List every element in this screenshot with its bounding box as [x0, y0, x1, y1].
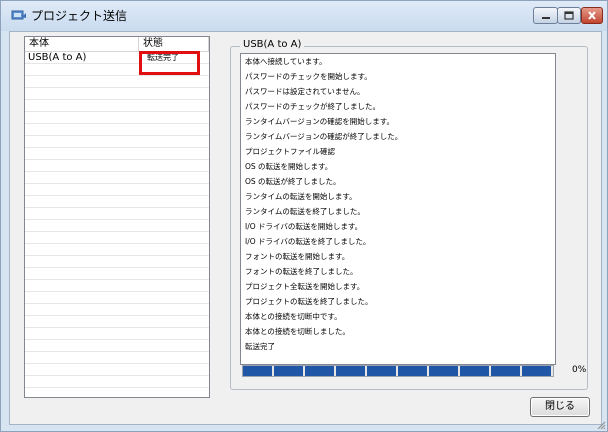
window-title: プロジェクト送信 [31, 9, 128, 23]
empty-list-row [25, 148, 209, 160]
column-header-status[interactable]: 状態 [139, 37, 209, 51]
empty-list-row [25, 172, 209, 184]
empty-list-row [25, 232, 209, 244]
log-line: プロジェクトの転送を終了しました。 [245, 297, 373, 306]
log-line: 本体との接続を切断中です。 [245, 312, 342, 321]
status-highlight-box [139, 51, 200, 75]
log-line: I/O ドライバの転送を終了しました。 [245, 237, 371, 246]
progress-segment [460, 366, 489, 376]
transfer-progress-bar [242, 365, 554, 377]
empty-list-row [25, 376, 209, 388]
progress-segment [305, 366, 334, 376]
log-line: ランタイムの転送を終了しました。 [245, 207, 365, 216]
progress-segment [367, 366, 396, 376]
empty-list-row [25, 124, 209, 136]
progress-segment [398, 366, 427, 376]
device-list-header: 本体 状態 [25, 37, 209, 52]
close-icon [588, 11, 596, 20]
close-window-button[interactable] [581, 7, 603, 24]
empty-list-row [25, 256, 209, 268]
log-group-legend: USB(A to A) [240, 39, 305, 51]
minimize-icon [541, 16, 550, 19]
log-line: ランタイムバージョンの確認を開始します。 [245, 117, 394, 126]
empty-list-row [25, 196, 209, 208]
log-line: OS の転送が終了しました。 [245, 177, 341, 186]
log-line: 本体との接続を切断しました。 [245, 327, 350, 336]
empty-list-row [25, 352, 209, 364]
progress-percent-label: 0% [572, 365, 587, 375]
empty-list-row [25, 208, 209, 220]
empty-list-row [25, 304, 209, 316]
transfer-log[interactable]: 本体へ接続しています。パスワードのチェックを開始します。 パスワードは設定されてい… [240, 53, 556, 365]
empty-list-row [25, 328, 209, 340]
minimize-button[interactable] [533, 7, 558, 24]
empty-list-row [25, 100, 209, 112]
log-line: パスワードのチェックを開始します。 [245, 72, 372, 81]
log-line: 本体へ接続しています。 [245, 57, 327, 66]
log-line: I/O ドライバの転送を開始します。 [245, 222, 363, 231]
log-line: フォントの転送を開始します。 [245, 252, 350, 261]
empty-list-row [25, 184, 209, 196]
empty-list-row [25, 268, 209, 280]
device-list-rows: USB(A to A) 転送完了 [25, 52, 209, 397]
progress-fill [243, 366, 551, 376]
progress-segment [522, 366, 551, 376]
empty-list-row [25, 136, 209, 148]
empty-list-row [25, 340, 209, 352]
log-line: OS の転送を開始します。 [245, 162, 333, 171]
log-line: プロジェクトファイル確認 [245, 147, 335, 156]
empty-list-row [25, 280, 209, 292]
maximize-button[interactable] [557, 7, 581, 24]
device-cell: USB(A to A) [28, 52, 87, 63]
empty-list-row [25, 220, 209, 232]
empty-list-row [25, 388, 209, 397]
empty-list-row [25, 88, 209, 100]
progress-segment [491, 366, 520, 376]
empty-list-row [25, 112, 209, 124]
empty-list-row [25, 316, 209, 328]
device-list[interactable]: 本体 状態 USB(A to A) 転送完了 [24, 36, 210, 398]
log-line: パスワードは設定されていません。 [245, 87, 365, 96]
progress-segment [336, 366, 365, 376]
empty-list-row [25, 76, 209, 88]
maximize-icon [564, 11, 574, 20]
log-line: パスワードのチェックが終了しました。 [245, 102, 380, 111]
log-line: フォントの転送を終了しました。 [245, 267, 358, 276]
progress-segment [274, 366, 303, 376]
log-line: プロジェクト全転送を開始します。 [245, 282, 365, 291]
close-button[interactable]: 閉じる [530, 397, 590, 417]
window-app-icon [11, 10, 26, 20]
log-line: ランタイムバージョンの確認が終了しました。 [245, 132, 403, 141]
column-header-device[interactable]: 本体 [25, 37, 139, 51]
empty-list-row [25, 364, 209, 376]
progress-segment [243, 366, 272, 376]
title-bar[interactable]: プロジェクト送信 [1, 1, 607, 31]
empty-list-row [25, 160, 209, 172]
resize-grip-icon[interactable] [596, 420, 606, 430]
log-line: 転送完了 [245, 342, 275, 351]
progress-segment [429, 366, 458, 376]
empty-list-row [25, 244, 209, 256]
log-line: ランタイムの転送を開始します。 [245, 192, 357, 201]
empty-list-row [25, 292, 209, 304]
